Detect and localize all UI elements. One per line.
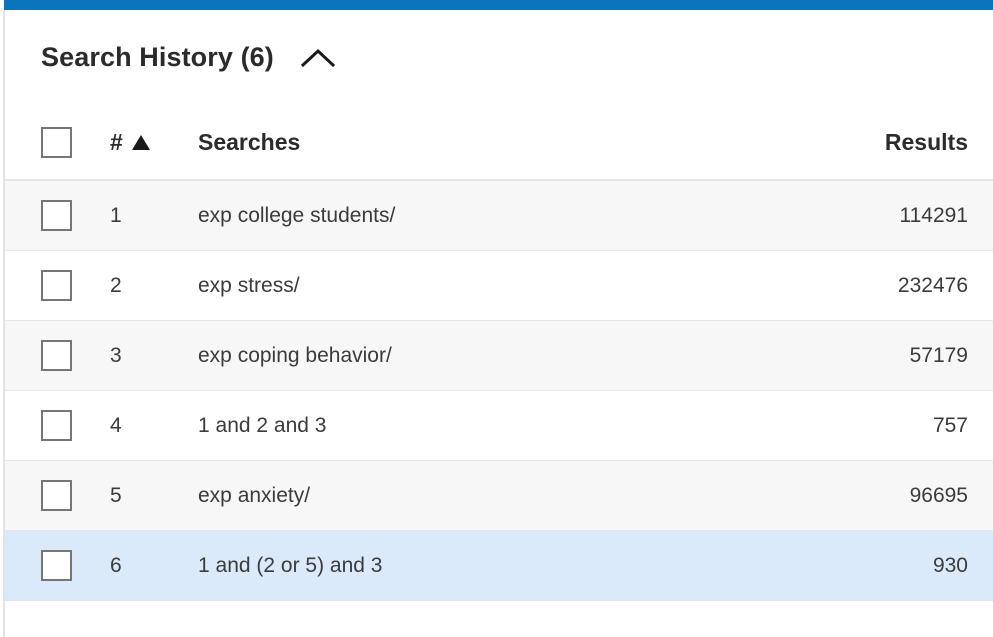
row-select-cell — [5, 180, 110, 251]
table-header: # Searches Results — [5, 105, 993, 181]
row-search-query[interactable]: exp coping behavior/ — [198, 320, 813, 391]
row-results-count[interactable]: 114291 — [813, 180, 993, 251]
top-accent-bar — [4, 0, 993, 10]
row-results-count[interactable]: 232476 — [813, 250, 993, 321]
row-checkbox[interactable] — [41, 550, 72, 581]
row-number: 4 — [110, 390, 198, 461]
row-search-query[interactable]: exp anxiety/ — [198, 460, 813, 531]
table-row[interactable]: 4 1 and 2 and 3 757 — [5, 390, 993, 461]
row-results-count[interactable]: 96695 — [813, 460, 993, 531]
row-results-count[interactable]: 930 — [813, 530, 993, 601]
table-header-row: # Searches Results — [5, 105, 993, 181]
table-body: 1 exp college students/ 114291 2 exp str… — [5, 180, 993, 601]
chevron-up-icon — [300, 47, 335, 69]
row-search-query[interactable]: 1 and (2 or 5) and 3 — [198, 530, 813, 601]
row-select-cell — [5, 250, 110, 321]
row-results-count[interactable]: 757 — [813, 390, 993, 461]
row-search-query[interactable]: 1 and 2 and 3 — [198, 390, 813, 461]
row-checkbox[interactable] — [41, 410, 72, 441]
column-header-select-all — [5, 105, 110, 181]
row-number: 2 — [110, 250, 198, 321]
panel-header: Search History (6) — [5, 10, 993, 105]
row-number: 6 — [110, 530, 198, 601]
row-select-cell — [5, 460, 110, 531]
sort-by-number-control[interactable]: # — [110, 129, 150, 156]
column-header-results[interactable]: Results — [813, 105, 993, 181]
row-results-count[interactable]: 57179 — [813, 320, 993, 391]
select-all-checkbox[interactable] — [41, 126, 72, 158]
row-checkbox[interactable] — [41, 340, 72, 371]
table-row[interactable]: 1 exp college students/ 114291 — [5, 180, 993, 251]
collapse-panel-button[interactable] — [296, 39, 340, 77]
table-row[interactable]: 3 exp coping behavior/ 57179 — [5, 320, 993, 391]
row-select-cell — [5, 530, 110, 601]
search-history-panel: Search History (6) # Searches Results 1 … — [5, 10, 993, 637]
row-number: 1 — [110, 180, 198, 251]
row-search-query[interactable]: exp stress/ — [198, 250, 813, 321]
table-row-highlighted[interactable]: 6 1 and (2 or 5) and 3 930 — [5, 530, 993, 601]
search-history-window: Search History (6) # Searches Results 1 … — [0, 0, 993, 637]
table-row[interactable]: 5 exp anxiety/ 96695 — [5, 460, 993, 531]
row-number: 3 — [110, 320, 198, 391]
page-title: Search History (6) — [41, 42, 274, 72]
sort-ascending-icon — [131, 134, 150, 150]
row-select-cell — [5, 390, 110, 461]
row-select-cell — [5, 320, 110, 391]
column-header-number-label: # — [110, 128, 123, 155]
column-header-searches[interactable]: Searches — [198, 105, 813, 181]
row-checkbox[interactable] — [41, 480, 72, 511]
row-search-query[interactable]: exp college students/ — [198, 180, 813, 251]
search-history-table: # Searches Results 1 exp college student… — [5, 105, 993, 601]
row-checkbox[interactable] — [41, 200, 72, 231]
row-checkbox[interactable] — [41, 270, 72, 301]
table-row[interactable]: 2 exp stress/ 232476 — [5, 250, 993, 321]
row-number: 5 — [110, 460, 198, 531]
column-header-number[interactable]: # — [110, 105, 198, 181]
